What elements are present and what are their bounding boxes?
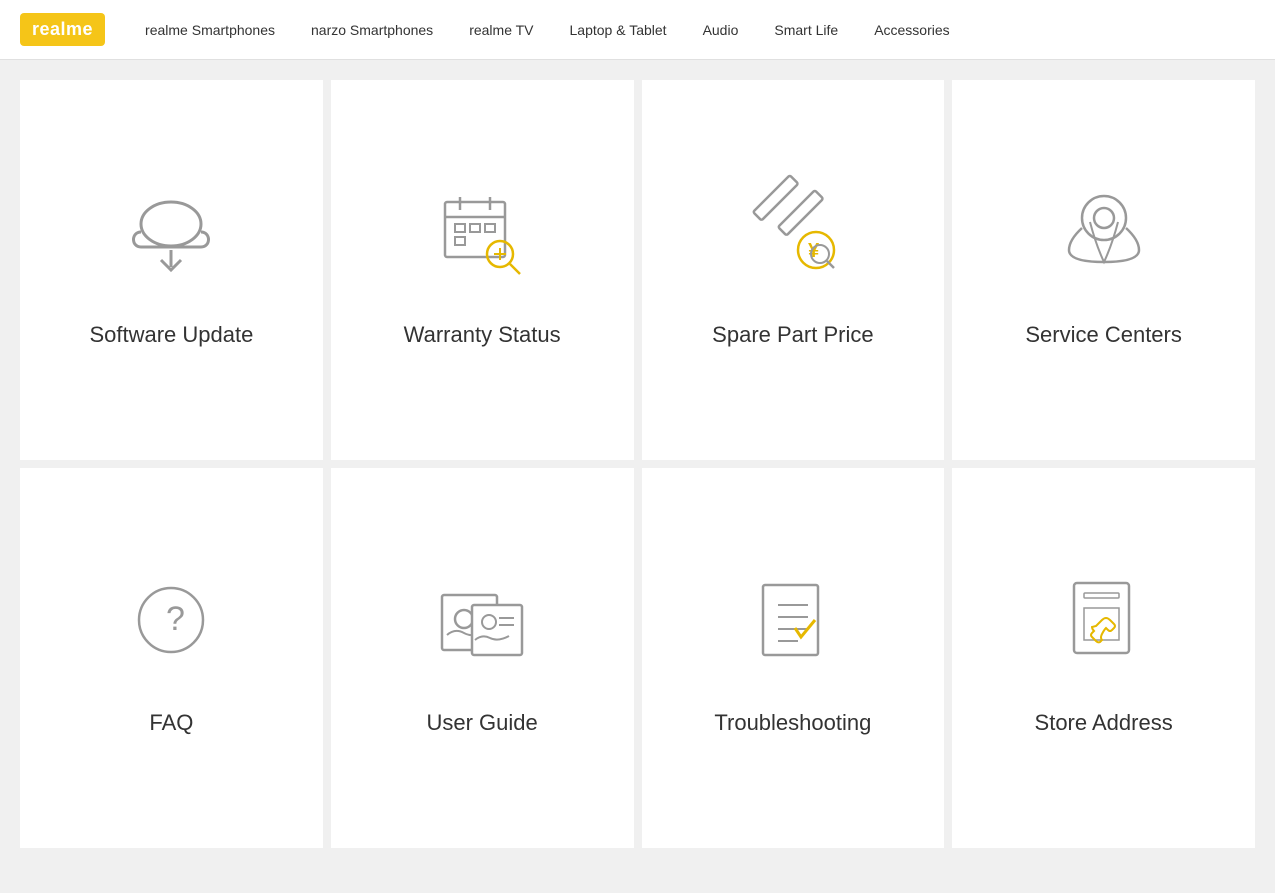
nav-item-accessories[interactable]: Accessories (874, 22, 949, 38)
card-label-user-guide: User Guide (426, 710, 537, 736)
store-phone-icon (1054, 570, 1154, 670)
svg-text:¥: ¥ (808, 240, 820, 262)
nav: realme Smartphones narzo Smartphones realm… (145, 22, 950, 38)
card-store-address[interactable]: Store Address (952, 468, 1255, 848)
card-label-troubleshooting: Troubleshooting (714, 710, 871, 736)
card-label-service-centers: Service Centers (1025, 322, 1182, 348)
card-label-store-address: Store Address (1035, 710, 1173, 736)
nav-item-realme-smartphones[interactable]: realme Smartphones (145, 22, 275, 38)
nav-item-smart-life[interactable]: Smart Life (774, 22, 838, 38)
card-label-software-update: Software Update (89, 322, 253, 348)
main-grid: Software Update Warranty Status ¥ (0, 60, 1275, 868)
location-pin-icon (1054, 182, 1154, 282)
tool-price-icon: ¥ (743, 182, 843, 282)
id-card-icon (432, 570, 532, 670)
card-label-faq: FAQ (149, 710, 193, 736)
nav-item-audio[interactable]: Audio (703, 22, 739, 38)
calendar-search-icon (432, 182, 532, 282)
checklist-icon (743, 570, 843, 670)
nav-item-realme-tv[interactable]: realme TV (469, 22, 533, 38)
card-service-centers[interactable]: Service Centers (952, 80, 1255, 460)
card-label-spare-part-price: Spare Part Price (712, 322, 873, 348)
cloud-download-icon (121, 182, 221, 282)
card-user-guide[interactable]: User Guide (331, 468, 634, 848)
nav-item-narzo-smartphones[interactable]: narzo Smartphones (311, 22, 433, 38)
card-troubleshooting[interactable]: Troubleshooting (642, 468, 945, 848)
card-spare-part-price[interactable]: ¥ Spare Part Price (642, 80, 945, 460)
card-software-update[interactable]: Software Update (20, 80, 323, 460)
card-label-warranty-status: Warranty Status (404, 322, 561, 348)
logo[interactable]: realme (20, 13, 105, 46)
header: realme realme Smartphones narzo Smartphon… (0, 0, 1275, 60)
question-circle-icon: ? (121, 570, 221, 670)
svg-text:?: ? (166, 600, 185, 638)
card-faq[interactable]: ? FAQ (20, 468, 323, 848)
nav-item-laptop-tablet[interactable]: Laptop & Tablet (570, 22, 667, 38)
card-warranty-status[interactable]: Warranty Status (331, 80, 634, 460)
